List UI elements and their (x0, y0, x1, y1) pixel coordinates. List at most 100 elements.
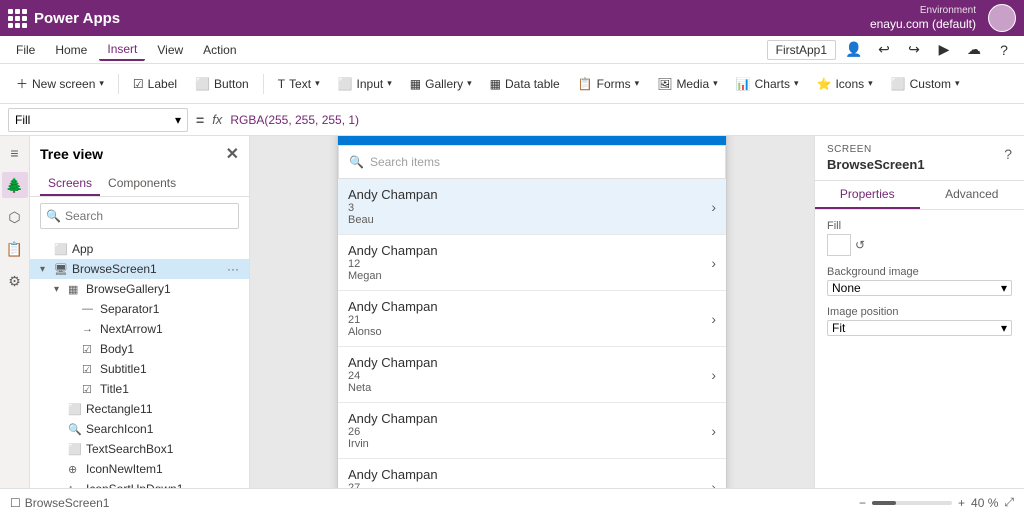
gallery-item-name-3: Andy Champan (348, 355, 438, 370)
menu-item-file[interactable]: File (8, 40, 43, 60)
gallery-item-num-3: 24 (348, 370, 438, 382)
menu-item-insert[interactable]: Insert (99, 39, 145, 61)
screen-label: SCREEN (815, 136, 1024, 155)
charts-icon: 📊 (736, 77, 751, 91)
settings-button[interactable]: ☁ (962, 38, 986, 62)
charts-button[interactable]: 📊 Charts ▾ (728, 73, 807, 95)
tree-item-subtitle1[interactable]: ☑ Subtitle1 (30, 359, 249, 379)
gear-btn[interactable]: ⚙ (2, 268, 28, 294)
gallery-item-num-1: 12 (348, 258, 438, 270)
gallery-item-2[interactable]: Andy Champan 21 Alonso › (338, 291, 726, 347)
text-button[interactable]: T Text ▾ (270, 73, 328, 95)
zoom-slider-fill (872, 501, 896, 505)
tree-item-rectangle11[interactable]: ⬜ Rectangle11 (30, 399, 249, 419)
img-pos-select[interactable]: Fit ▾ (827, 320, 1012, 336)
gallery-item-sub-2: Alonso (348, 326, 438, 338)
menu-item-view[interactable]: View (149, 40, 191, 60)
data-btn[interactable]: 📋 (2, 236, 28, 262)
undo-button[interactable]: ↩ (872, 38, 896, 62)
zoom-slider[interactable] (872, 501, 952, 505)
gallery-item-0[interactable]: Andy Champan 3 Beau › (338, 179, 726, 235)
tab-components[interactable]: Components (100, 172, 184, 196)
datatable-button[interactable]: ▦ Data table (482, 73, 568, 95)
gallery-item-num-5: 27 (348, 482, 438, 488)
gallery-item-5[interactable]: Andy Champan 27 Michelle › (338, 459, 726, 488)
tree-item-nextarrow1[interactable]: → NextArrow1 (30, 319, 249, 339)
sidebar-close-icon[interactable]: ✕ (226, 144, 239, 164)
tab-properties[interactable]: Properties (815, 181, 920, 209)
app-frame: Table1 ↺ ⇅ ＋ 🔍 Search items Andy Champan… (337, 136, 727, 488)
icons-chevron: ▾ (868, 78, 873, 89)
toolbar: ＋ New screen ▾ ☑ Label ⬜ Button T Text ▾… (0, 64, 1024, 104)
user-avatar[interactable] (988, 4, 1016, 32)
label-button[interactable]: ☑ Label (125, 73, 185, 95)
tree-item-title1[interactable]: ☑ Title1 (30, 379, 249, 399)
zoom-minus-btn[interactable]: − (859, 496, 866, 510)
gallery-item-name-0: Andy Champan (348, 187, 438, 202)
fill-refresh-icon[interactable]: ↺ (855, 238, 865, 252)
custom-button[interactable]: ⬜ Custom ▾ (883, 73, 968, 95)
tree-item-textsearchbox1[interactable]: ⬜ TextSearchBox1 (30, 439, 249, 459)
gallery-item-1[interactable]: Andy Champan 12 Megan › (338, 235, 726, 291)
right-panel-body: Fill ↺ Background image None ▾ Image pos… (815, 210, 1024, 346)
hamburger-btn[interactable]: ≡ (2, 140, 28, 166)
title-text-icon: ☑ (82, 383, 96, 396)
button-button[interactable]: ⬜ Button (187, 73, 257, 95)
tree-item-iconnewitem1[interactable]: ⊕ IconNewItem1 (30, 459, 249, 479)
tab-screens[interactable]: Screens (40, 172, 100, 196)
sort-header-icon[interactable]: ⇅ (682, 136, 694, 137)
refresh-header-icon[interactable]: ↺ (663, 136, 675, 137)
sidebar: Tree view ✕ Screens Components 🔍 ⬜ App ▾ (30, 136, 250, 488)
gallery-item-text-4: Andy Champan 26 Irvin (348, 411, 438, 450)
formula-input[interactable] (230, 108, 1016, 132)
fill-dropdown[interactable]: Fill ▾ (8, 108, 188, 132)
add-header-icon[interactable]: ＋ (702, 136, 716, 137)
shapes-btn[interactable]: ⬡ (2, 204, 28, 230)
tree-label-searchicon1: SearchIcon1 (86, 422, 153, 436)
input-button[interactable]: ⬜ Input ▾ (330, 73, 400, 95)
search-input[interactable] (40, 203, 239, 229)
canvas: Table1 ↺ ⇅ ＋ 🔍 Search items Andy Champan… (250, 136, 814, 488)
app-logo: Power Apps (8, 9, 120, 27)
gallery-item-4[interactable]: Andy Champan 26 Irvin › (338, 403, 726, 459)
zoom-plus-btn[interactable]: + (958, 496, 965, 510)
menu-item-home[interactable]: Home (47, 40, 95, 60)
panel-help-icon[interactable]: ? (1004, 146, 1012, 162)
tree-item-body1[interactable]: ☑ Body1 (30, 339, 249, 359)
new-screen-button[interactable]: ＋ New screen ▾ (8, 71, 112, 96)
fullscreen-icon[interactable]: ⤢ (1004, 495, 1014, 510)
grid-icon (8, 9, 26, 27)
status-bar: ☐ BrowseScreen1 − + 40 % ⤢ (0, 488, 1024, 516)
menu-item-action[interactable]: Action (195, 40, 244, 60)
tree-item-browsescreen1[interactable]: ▾ 🖥 BrowseScreen1 ··· (30, 259, 249, 279)
sidebar-tree: ⬜ App ▾ 🖥 BrowseScreen1 ··· ▾ ▦ BrowseGa… (30, 235, 249, 488)
tree-item-iconsortupdown1[interactable]: ↕ IconSortUpDown1 (30, 479, 249, 488)
gallery-item-num-0: 3 (348, 202, 438, 214)
redo-button[interactable]: ↪ (902, 38, 926, 62)
fx-icon: fx (212, 112, 222, 127)
gallery-item-3[interactable]: Andy Champan 24 Neta › (338, 347, 726, 403)
help-button[interactable]: ? (992, 38, 1016, 62)
media-button[interactable]: 🖼 Media ▾ (649, 73, 725, 95)
tree-item-separator1[interactable]: — Separator1 (30, 299, 249, 319)
gallery-button[interactable]: ▦ Gallery ▾ (402, 73, 480, 95)
gallery-arrow-3: › (711, 367, 716, 383)
charts-chevron: ▾ (794, 78, 799, 89)
icons-button[interactable]: ⭐ Icons ▾ (808, 73, 880, 95)
app-name-button[interactable]: FirstApp1 (767, 40, 836, 60)
person-icon-btn[interactable]: 👤 (842, 38, 866, 62)
gallery-item-sub-0: Beau (348, 214, 438, 226)
forms-button[interactable]: 📋 Forms ▾ (570, 73, 647, 95)
separator-icon: — (82, 303, 96, 315)
tab-advanced[interactable]: Advanced (920, 181, 1024, 209)
tree-label-iconsortupdown1: IconSortUpDown1 (86, 482, 183, 488)
treeview-btn[interactable]: 🌲 (2, 172, 28, 198)
tree-item-app[interactable]: ⬜ App (30, 239, 249, 259)
app-icon: ⬜ (54, 243, 68, 256)
tree-item-browsegallery1[interactable]: ▾ ▦ BrowseGallery1 (30, 279, 249, 299)
bg-image-select[interactable]: None ▾ (827, 280, 1012, 296)
play-button[interactable]: ▶ (932, 38, 956, 62)
tree-item-searchicon1[interactable]: 🔍 SearchIcon1 (30, 419, 249, 439)
tree-item-more-icon[interactable]: ··· (227, 262, 239, 276)
fill-color-box[interactable] (827, 234, 851, 256)
